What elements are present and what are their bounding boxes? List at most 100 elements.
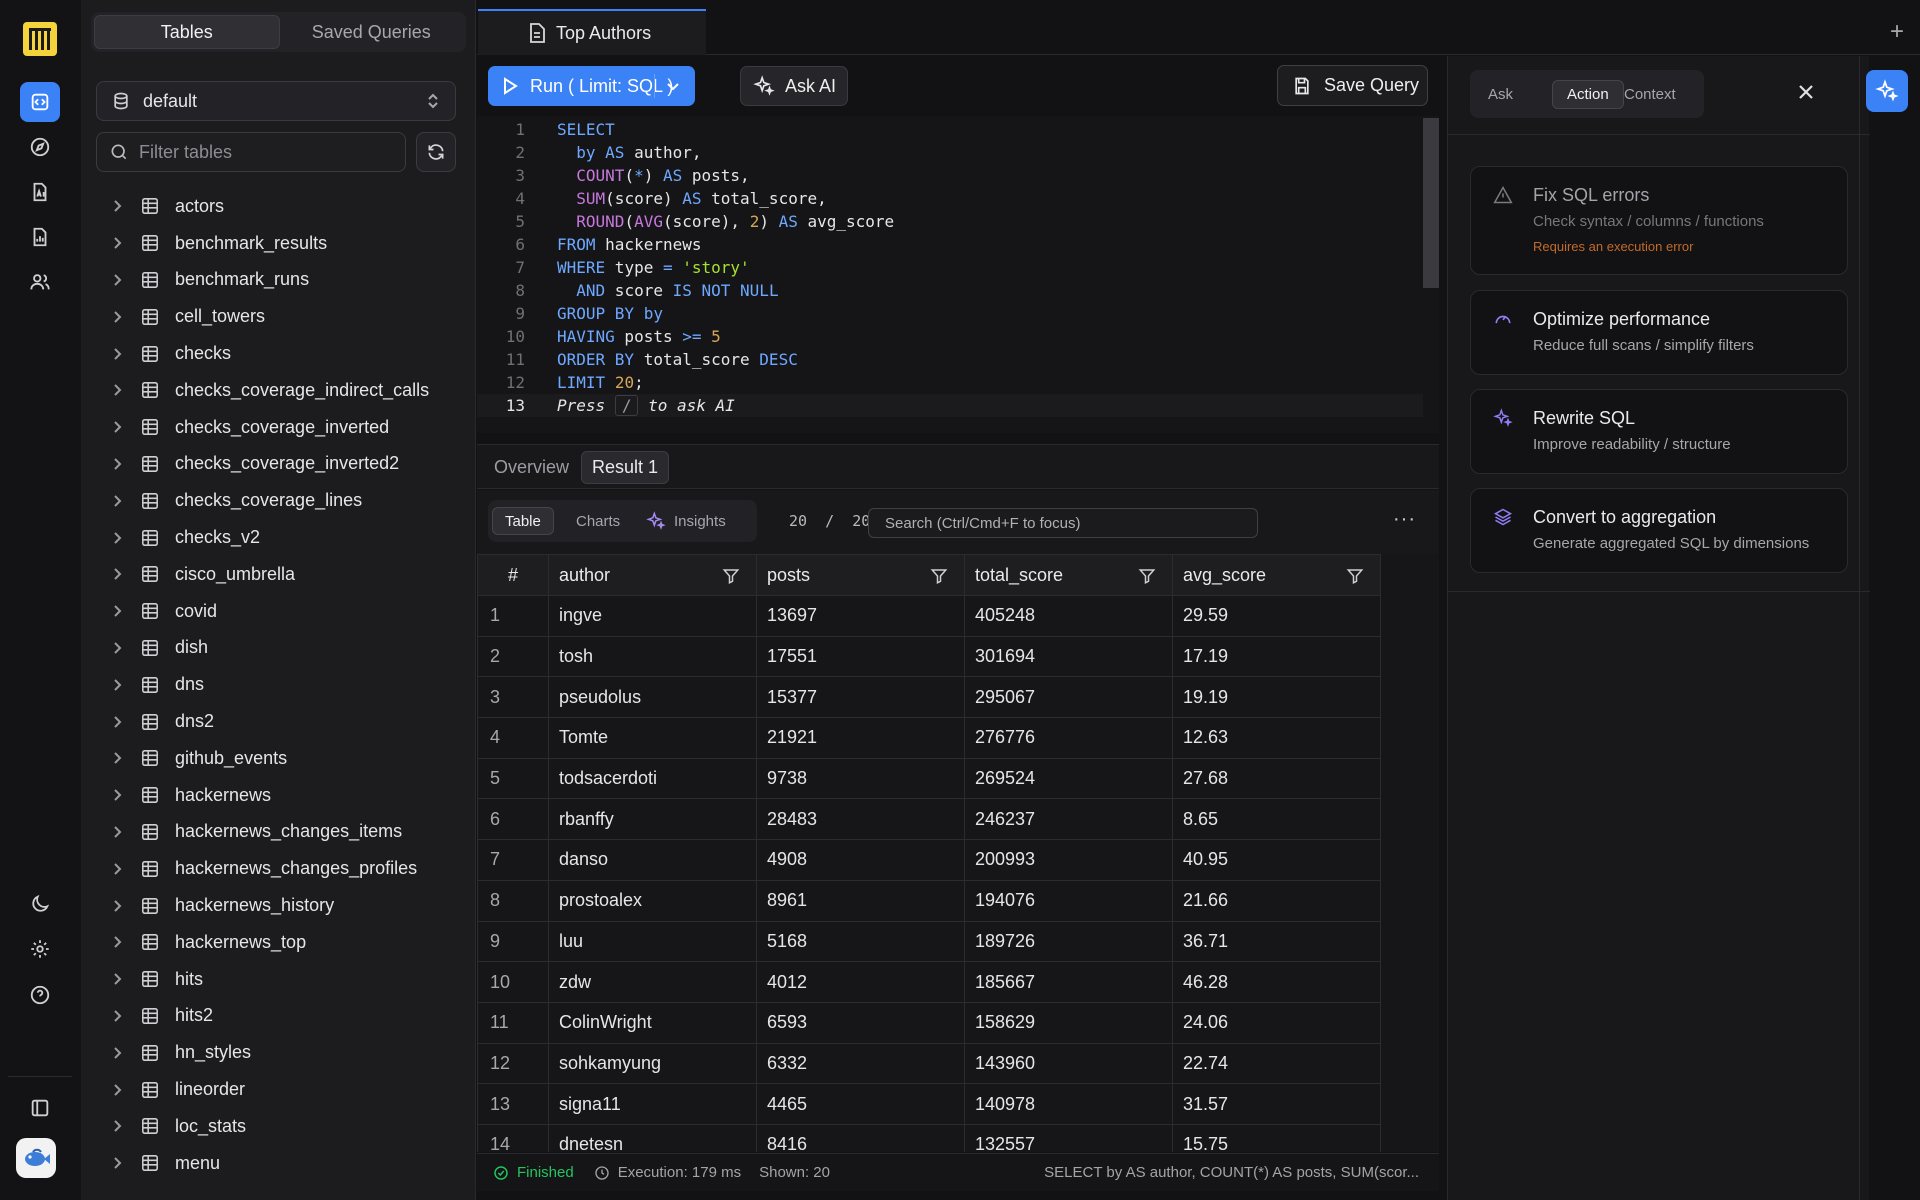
filter-icon[interactable] [722,567,740,585]
table-list-item[interactable]: github_events [81,740,476,777]
ai-report-nav-button[interactable] [20,172,60,212]
table-list-item[interactable]: hackernews_top [81,924,476,961]
chevron-right-icon[interactable] [111,1156,125,1170]
chevron-right-icon[interactable] [111,1119,125,1133]
chevron-right-icon[interactable] [111,972,125,986]
table-row[interactable]: 10 zdw 4012 185667 46.28 [477,961,1381,1003]
ask-ai-button[interactable]: Ask AI [740,66,848,106]
table-list-item[interactable]: cell_towers [81,298,476,335]
table-row[interactable]: 11 ColinWright 6593 158629 24.06 [477,1001,1381,1044]
database-select[interactable]: default [96,81,456,121]
table-row[interactable]: 8 prostoalex 8961 194076 21.66 [477,879,1381,922]
chevron-right-icon[interactable] [111,935,125,949]
table-row[interactable]: 7 danso 4908 200993 40.95 [477,839,1381,881]
chevron-right-icon[interactable] [111,751,125,765]
chevron-right-icon[interactable] [111,862,125,876]
table-list-item[interactable]: checks_coverage_lines [81,482,476,519]
tab-tables[interactable]: Tables [94,15,280,49]
chevron-right-icon[interactable] [111,494,125,508]
table-list-item[interactable]: hits [81,961,476,998]
tab-top-authors[interactable]: Top Authors [478,9,706,55]
chevron-right-icon[interactable] [111,715,125,729]
explore-nav-button[interactable] [20,127,60,167]
table-list-item[interactable]: loc_stats [81,1108,476,1145]
table-list-item[interactable]: hn_styles [81,1034,476,1071]
table-row[interactable]: 2 tosh 17551 301694 17.19 [477,635,1381,678]
chevron-right-icon[interactable] [111,604,125,618]
chevron-right-icon[interactable] [111,678,125,692]
table-list-item[interactable]: benchmark_results [81,225,476,262]
tab-ask[interactable]: Ask [1488,80,1513,109]
filter-tables-input[interactable] [139,141,389,163]
sql-editor[interactable]: 1 SELECT 2 by AS author, 3 COUNT(*) AS po… [477,116,1439,433]
chevron-right-icon[interactable] [111,567,125,581]
settings-button[interactable] [20,929,60,969]
chevron-right-icon[interactable] [111,236,125,250]
chevron-right-icon[interactable] [111,1046,125,1060]
table-list-item[interactable]: hackernews_changes_profiles [81,850,476,887]
table-list-item[interactable]: covid [81,593,476,630]
table-row[interactable]: 14 dnetesn 8416 132557 15.75 [477,1123,1381,1152]
ai-assistant-toggle-button[interactable] [1866,70,1908,112]
tab-overview[interactable]: Overview [494,451,569,484]
action-card-optimize[interactable]: Optimize performance Reduce full scans /… [1470,290,1848,375]
filter-icon[interactable] [1346,567,1364,585]
table-list-item[interactable]: menu [81,1145,476,1182]
new-tab-button[interactable]: + [1890,18,1904,46]
table-list-item[interactable]: cisco_umbrella [81,556,476,593]
chevron-right-icon[interactable] [111,457,125,471]
chevron-right-icon[interactable] [111,788,125,802]
table-list-item[interactable]: checks [81,335,476,372]
table-list-item[interactable]: benchmark_runs [81,262,476,299]
table-list-item[interactable]: hackernews_changes_items [81,814,476,851]
table-row[interactable]: 13 signa11 4465 140978 31.57 [477,1083,1381,1125]
table-row[interactable]: 12 sohkamyung 6332 143960 22.74 [477,1042,1381,1085]
editor-scrollbar[interactable] [1423,118,1439,288]
table-list-item[interactable]: dish [81,630,476,667]
table-row[interactable]: 1 ingve 13697 405248 29.59 [477,595,1381,637]
help-button[interactable] [20,975,60,1015]
column-header-posts[interactable]: posts [756,554,965,596]
action-card-aggregation[interactable]: Convert to aggregation Generate aggregat… [1470,488,1848,573]
table-list-item[interactable]: dns [81,666,476,703]
chevron-right-icon[interactable] [111,199,125,213]
table-list-item[interactable]: hackernews [81,777,476,814]
table-list-item[interactable]: hits2 [81,998,476,1035]
table-list-item[interactable]: checks_coverage_inverted2 [81,446,476,483]
table-list-item[interactable]: actors [81,188,476,225]
chevron-right-icon[interactable] [111,310,125,324]
column-header-avg-score[interactable]: avg_score [1172,554,1381,596]
table-row[interactable]: 6 rbanffy 28483 246237 8.65 [477,798,1381,841]
column-header-total-score[interactable]: total_score [964,554,1173,596]
chevron-right-icon[interactable] [111,347,125,361]
table-row[interactable]: 4 Tomte 21921 276776 12.63 [477,717,1381,759]
tab-action[interactable]: Action [1552,80,1624,109]
toggle-sidebar-button[interactable] [20,1088,60,1128]
run-query-button[interactable]: Run ( Limit: SQL ) [488,66,695,106]
table-list-item[interactable]: checks_coverage_inverted [81,409,476,446]
table-list-item[interactable]: checks_v2 [81,519,476,556]
chevron-right-icon[interactable] [111,1083,125,1097]
action-card-rewrite[interactable]: Rewrite SQL Improve readability / struct… [1470,389,1848,474]
tab-context[interactable]: Context [1624,80,1676,109]
table-list-item[interactable]: checks_coverage_indirect_calls [81,372,476,409]
view-insights[interactable]: Insights [646,507,726,535]
table-list-item[interactable]: dns2 [81,703,476,740]
tab-result-1[interactable]: Result 1 [581,451,670,484]
table-row[interactable]: 5 todsacerdoti 9738 269524 27.68 [477,757,1381,800]
chevron-right-icon[interactable] [111,531,125,545]
app-logo[interactable] [23,22,57,56]
avatar[interactable] [16,1138,56,1178]
result-search-input[interactable] [868,508,1258,538]
chevron-right-icon[interactable] [111,273,125,287]
view-table[interactable]: Table [492,507,554,535]
more-options-button[interactable]: ··· [1393,508,1416,531]
chevron-right-icon[interactable] [111,420,125,434]
chevron-right-icon[interactable] [111,383,125,397]
view-charts[interactable]: Charts [576,507,620,535]
saved-reports-nav-button[interactable] [20,217,60,257]
refresh-tables-button[interactable] [416,132,456,172]
close-icon[interactable] [1794,80,1818,104]
filter-tables-field[interactable] [96,132,406,172]
filter-icon[interactable] [1138,567,1156,585]
